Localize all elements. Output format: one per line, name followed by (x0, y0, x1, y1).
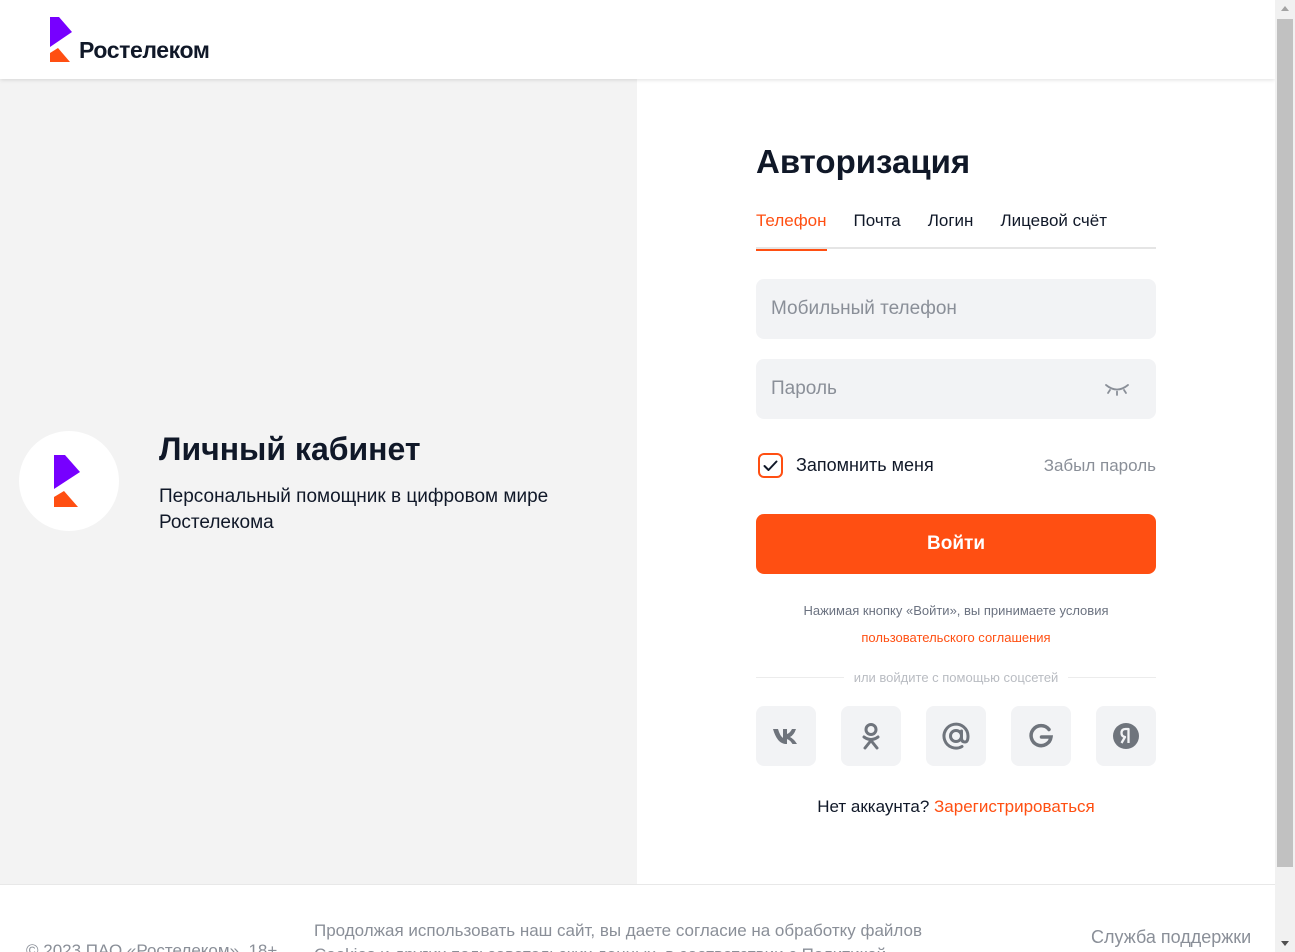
social-login-buttons (756, 706, 1156, 766)
auth-title: Авторизация (756, 143, 971, 180)
rostelecom-logo-icon (54, 455, 80, 507)
vertical-scrollbar[interactable] (1275, 0, 1295, 952)
mailru-icon (942, 722, 970, 750)
site-header: Ростелеком (0, 0, 1275, 79)
social-divider-text: или войдите с помощью соцсетей (853, 669, 1059, 685)
password-input[interactable] (756, 359, 1156, 419)
remember-me-label: Запомнить меня (796, 455, 934, 475)
promo-logo-badge (19, 431, 119, 531)
scroll-down-arrow-icon[interactable] (1275, 935, 1295, 952)
eye-closed-icon[interactable] (1104, 381, 1130, 397)
social-divider: или войдите с помощью соцсетей (756, 667, 1156, 687)
phone-input[interactable] (756, 279, 1156, 339)
register-link[interactable]: Зарегистрироваться (934, 797, 1095, 816)
copyright-text: © 2023 ПАО «Ростелеком». 18+ (26, 941, 278, 952)
google-login-button[interactable] (1011, 706, 1071, 766)
odnoklassniki-login-button[interactable] (841, 706, 901, 766)
no-account-text: Нет аккаунта? (817, 797, 930, 816)
yandex-icon (1113, 723, 1139, 749)
brand-name: Ростелеком (79, 37, 210, 63)
login-button[interactable]: Войти (756, 514, 1156, 574)
cookies-notice: Продолжая использовать наш сайт, вы дает… (314, 921, 923, 952)
terms-link[interactable]: пользовательского соглашения (861, 630, 1050, 645)
checkmark-icon (763, 460, 778, 471)
site-footer: © 2023 ПАО «Ростелеком». 18+ Продолжая и… (0, 884, 1275, 952)
odnoklassniki-icon (862, 723, 880, 750)
phone-field (756, 279, 1156, 339)
register-prompt: Нет аккаунта? Зарегистрироваться (756, 797, 1156, 817)
tab-login[interactable]: Логин (928, 209, 974, 249)
tab-account-number[interactable]: Лицевой счёт (1000, 209, 1107, 249)
rostelecom-logo-icon (50, 17, 72, 62)
auth-tabs: Телефон Почта Логин Лицевой счёт (756, 209, 1156, 251)
vk-icon (773, 729, 797, 744)
remember-me-checkbox[interactable] (758, 453, 783, 478)
scroll-up-arrow-icon[interactable] (1275, 0, 1295, 17)
auth-panel: Авторизация Телефон Почта Логин Лицевой … (637, 79, 1275, 884)
google-icon (1029, 723, 1054, 748)
mailru-login-button[interactable] (926, 706, 986, 766)
tab-phone[interactable]: Телефон (756, 209, 827, 251)
tab-email[interactable]: Почта (854, 209, 901, 249)
support-link[interactable]: Служба поддержки (1091, 927, 1251, 948)
yandex-login-button[interactable] (1096, 706, 1156, 766)
vk-login-button[interactable] (756, 706, 816, 766)
terms-notice: Нажимая кнопку «Войти», вы принимаете ус… (756, 597, 1156, 651)
promo-panel: Личный кабинет Персональный помощник в ц… (0, 79, 637, 884)
forgot-password-link[interactable]: Забыл пароль (1044, 456, 1156, 476)
page: Ростелеком Личный кабинет Персональный п… (0, 0, 1275, 952)
promo-subtitle: Персональный помощник в цифровом мире Ро… (159, 486, 549, 533)
promo-title: Личный кабинет (159, 431, 421, 467)
remember-me-toggle[interactable]: Запомнить меня (758, 453, 934, 478)
terms-text: Нажимая кнопку «Войти», вы принимаете ус… (803, 603, 1109, 618)
brand-logo[interactable]: Ростелеком (50, 17, 210, 63)
password-field (756, 359, 1156, 419)
scrollbar-thumb[interactable] (1277, 19, 1293, 867)
